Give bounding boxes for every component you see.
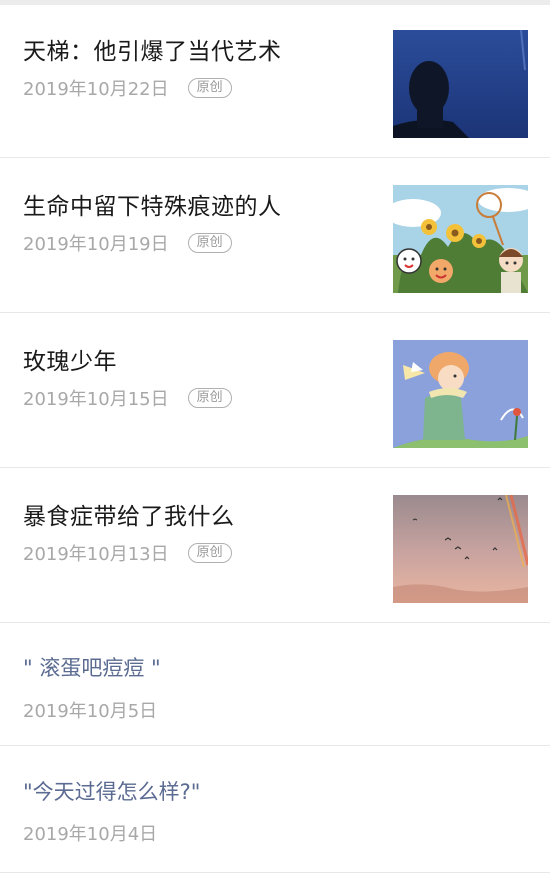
original-badge: 原创 [187,233,232,253]
article-thumbnail[interactable] [393,495,528,603]
article-thumbnail[interactable] [393,30,528,138]
original-badge: 原创 [187,388,232,408]
divider [0,312,550,313]
quote-item[interactable]: "今天过得怎么样?" 2019年10月4日 [0,748,550,873]
article-date: 2019年10月22日 [23,79,169,100]
article-meta: 2019年10月22日 原创 [23,76,232,100]
quote-item[interactable]: " 滚蛋吧痘痘 " 2019年10月5日 [0,625,550,745]
article-title[interactable]: 天梯：他引爆了当代艺术 [23,32,282,66]
article-meta: 2019年10月15日 原创 [23,386,232,410]
article-thumbnail[interactable] [393,185,528,293]
divider [0,872,550,873]
article-meta: 2019年10月13日 原创 [23,541,232,565]
divider [0,745,550,746]
original-badge: 原创 [187,543,232,563]
article-thumbnail[interactable] [393,340,528,448]
quote-date: 2019年10月4日 [23,824,158,845]
divider [0,622,550,623]
article-item[interactable]: 暴食症带给了我什么 2019年10月13日 原创 [0,470,550,625]
article-date: 2019年10月13日 [23,544,169,565]
article-title[interactable]: 生命中留下特殊痕迹的人 [23,187,282,221]
article-date: 2019年10月15日 [23,389,169,410]
original-badge: 原创 [187,78,232,98]
article-title[interactable]: 玫瑰少年 [23,342,117,376]
quote-title[interactable]: " 滚蛋吧痘痘 " [23,652,161,682]
article-item[interactable]: 玫瑰少年 2019年10月15日 原创 [0,315,550,470]
divider [0,157,550,158]
article-meta: 2019年10月19日 原创 [23,231,232,255]
divider [0,467,550,468]
article-title[interactable]: 暴食症带给了我什么 [23,497,235,531]
quote-title[interactable]: "今天过得怎么样?" [23,776,200,806]
quote-date: 2019年10月5日 [23,701,158,722]
article-item[interactable]: 天梯：他引爆了当代艺术 2019年10月22日 原创 [0,5,550,160]
article-date: 2019年10月19日 [23,234,169,255]
article-item[interactable]: 生命中留下特殊痕迹的人 2019年10月19日 原创 [0,160,550,315]
